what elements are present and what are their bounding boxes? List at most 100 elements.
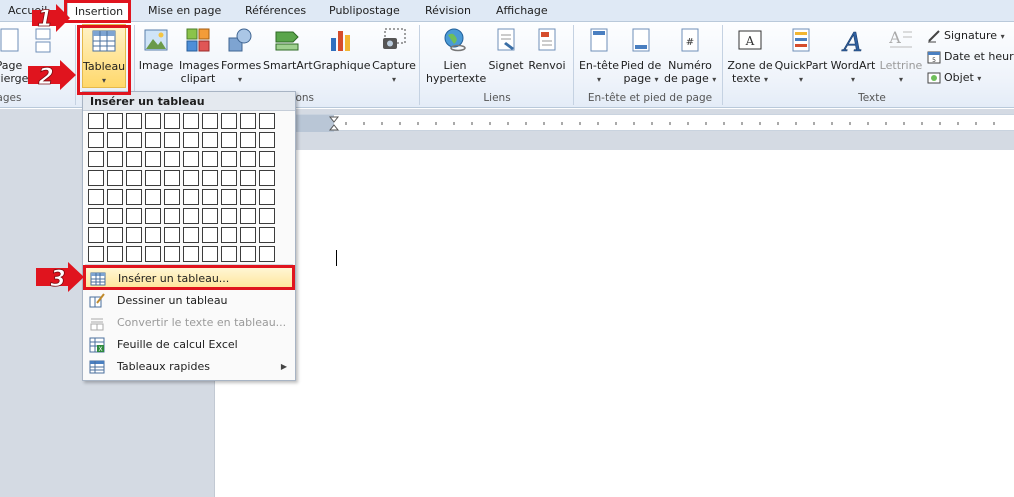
grid-cell[interactable] [107, 170, 123, 186]
grid-cell[interactable] [259, 246, 275, 262]
grid-cell[interactable] [107, 246, 123, 262]
grid-cell[interactable] [202, 170, 218, 186]
grid-cell[interactable] [183, 227, 199, 243]
image-button[interactable]: Image [138, 24, 174, 72]
grid-cell[interactable] [145, 113, 161, 129]
objet-button[interactable]: Objet ▾ [927, 68, 981, 88]
numero-de-page-button[interactable]: # Numéro de page ▾ [664, 24, 716, 86]
grid-cell[interactable] [164, 151, 180, 167]
menu-item-dessiner-tableau[interactable]: Dessiner un tableau [83, 290, 295, 312]
grid-cell[interactable] [259, 227, 275, 243]
grid-cell[interactable] [107, 113, 123, 129]
grid-cell[interactable] [240, 170, 256, 186]
grid-cell[interactable] [107, 189, 123, 205]
grid-cell[interactable] [240, 132, 256, 148]
grid-cell[interactable] [107, 227, 123, 243]
date-et-heure-button[interactable]: 5 Date et heure [927, 47, 1014, 67]
horizontal-ruler[interactable] [296, 114, 1014, 132]
grid-cell[interactable] [240, 113, 256, 129]
grid-cell[interactable] [240, 227, 256, 243]
grid-cell[interactable] [88, 132, 104, 148]
grid-cell[interactable] [183, 113, 199, 129]
menu-item-tableaux-rapides[interactable]: Tableaux rapides ▶ [83, 356, 295, 378]
grid-cell[interactable] [164, 113, 180, 129]
signature-button[interactable]: Signature ▾ [927, 26, 1005, 46]
grid-cell[interactable] [126, 189, 142, 205]
grid-cell[interactable] [183, 189, 199, 205]
grid-cell[interactable] [88, 151, 104, 167]
wordart-button[interactable]: A WordArt ▾ [828, 24, 878, 86]
grid-cell[interactable] [221, 189, 237, 205]
grid-cell[interactable] [202, 132, 218, 148]
grid-cell[interactable] [221, 151, 237, 167]
grid-cell[interactable] [259, 208, 275, 224]
grid-cell[interactable] [164, 132, 180, 148]
zone-de-texte-button[interactable]: A Zone de texte ▾ [727, 24, 773, 86]
grid-cell[interactable] [126, 170, 142, 186]
grid-cell[interactable] [202, 227, 218, 243]
grid-cell[interactable] [126, 208, 142, 224]
grid-cell[interactable] [107, 208, 123, 224]
graphique-button[interactable]: Graphique [313, 24, 371, 72]
grid-cell[interactable] [259, 113, 275, 129]
tab-revision[interactable]: Révision [425, 0, 471, 22]
menu-item-convertir-texte[interactable]: Convertir le texte en tableau... [83, 312, 295, 334]
grid-cell[interactable] [240, 189, 256, 205]
grid-cell[interactable] [183, 170, 199, 186]
grid-cell[interactable] [259, 189, 275, 205]
grid-cell[interactable] [202, 246, 218, 262]
grid-cell[interactable] [126, 227, 142, 243]
grid-cell[interactable] [88, 208, 104, 224]
grid-cell[interactable] [126, 113, 142, 129]
grid-cell[interactable] [202, 189, 218, 205]
grid-cell[interactable] [259, 132, 275, 148]
grid-cell[interactable] [145, 189, 161, 205]
menu-item-feuille-excel[interactable]: X Feuille de calcul Excel [83, 334, 295, 356]
grid-cell[interactable] [202, 151, 218, 167]
capture-button[interactable]: Capture ▾ [372, 24, 416, 86]
lien-hypertexte-button[interactable]: Lien hypertexte [426, 24, 486, 85]
document-page[interactable] [214, 150, 1014, 497]
grid-cell[interactable] [221, 113, 237, 129]
grid-cell[interactable] [183, 151, 199, 167]
grid-cell[interactable] [221, 246, 237, 262]
grid-cell[interactable] [164, 208, 180, 224]
grid-cell[interactable] [164, 227, 180, 243]
grid-cell[interactable] [145, 170, 161, 186]
grid-cell[interactable] [88, 113, 104, 129]
grid-cell[interactable] [126, 246, 142, 262]
renvoi-button[interactable]: Renvoi [527, 24, 567, 72]
tab-mise-en-page[interactable]: Mise en page [148, 0, 221, 22]
grid-cell[interactable] [183, 132, 199, 148]
grid-cell[interactable] [126, 151, 142, 167]
grid-cell[interactable] [145, 227, 161, 243]
grid-cell[interactable] [240, 151, 256, 167]
grid-cell[interactable] [183, 208, 199, 224]
grid-cell[interactable] [145, 151, 161, 167]
grid-cell[interactable] [240, 246, 256, 262]
grid-cell[interactable] [259, 170, 275, 186]
page-vierge-button[interactable]: Pagevierge [0, 24, 28, 85]
grid-cell[interactable] [164, 246, 180, 262]
grid-cell[interactable] [126, 132, 142, 148]
grid-cell[interactable] [202, 208, 218, 224]
grid-cell[interactable] [221, 170, 237, 186]
grid-cell[interactable] [88, 189, 104, 205]
grid-cell[interactable] [259, 151, 275, 167]
grid-cell[interactable] [164, 170, 180, 186]
tab-affichage[interactable]: Affichage [496, 0, 548, 22]
tab-references[interactable]: Références [245, 0, 306, 22]
grid-cell[interactable] [145, 132, 161, 148]
grid-cell[interactable] [183, 246, 199, 262]
quickpart-button[interactable]: QuickPart ▾ [774, 24, 828, 86]
grid-cell[interactable] [221, 132, 237, 148]
grid-cell[interactable] [145, 246, 161, 262]
lettrine-button[interactable]: A Lettrine ▾ [879, 24, 923, 86]
grid-cell[interactable] [88, 170, 104, 186]
grid-cell[interactable] [221, 227, 237, 243]
tab-publipostage[interactable]: Publipostage [329, 0, 400, 22]
grid-cell[interactable] [240, 208, 256, 224]
signet-button[interactable]: Signet [488, 24, 524, 72]
grid-cell[interactable] [221, 208, 237, 224]
grid-cell[interactable] [202, 113, 218, 129]
